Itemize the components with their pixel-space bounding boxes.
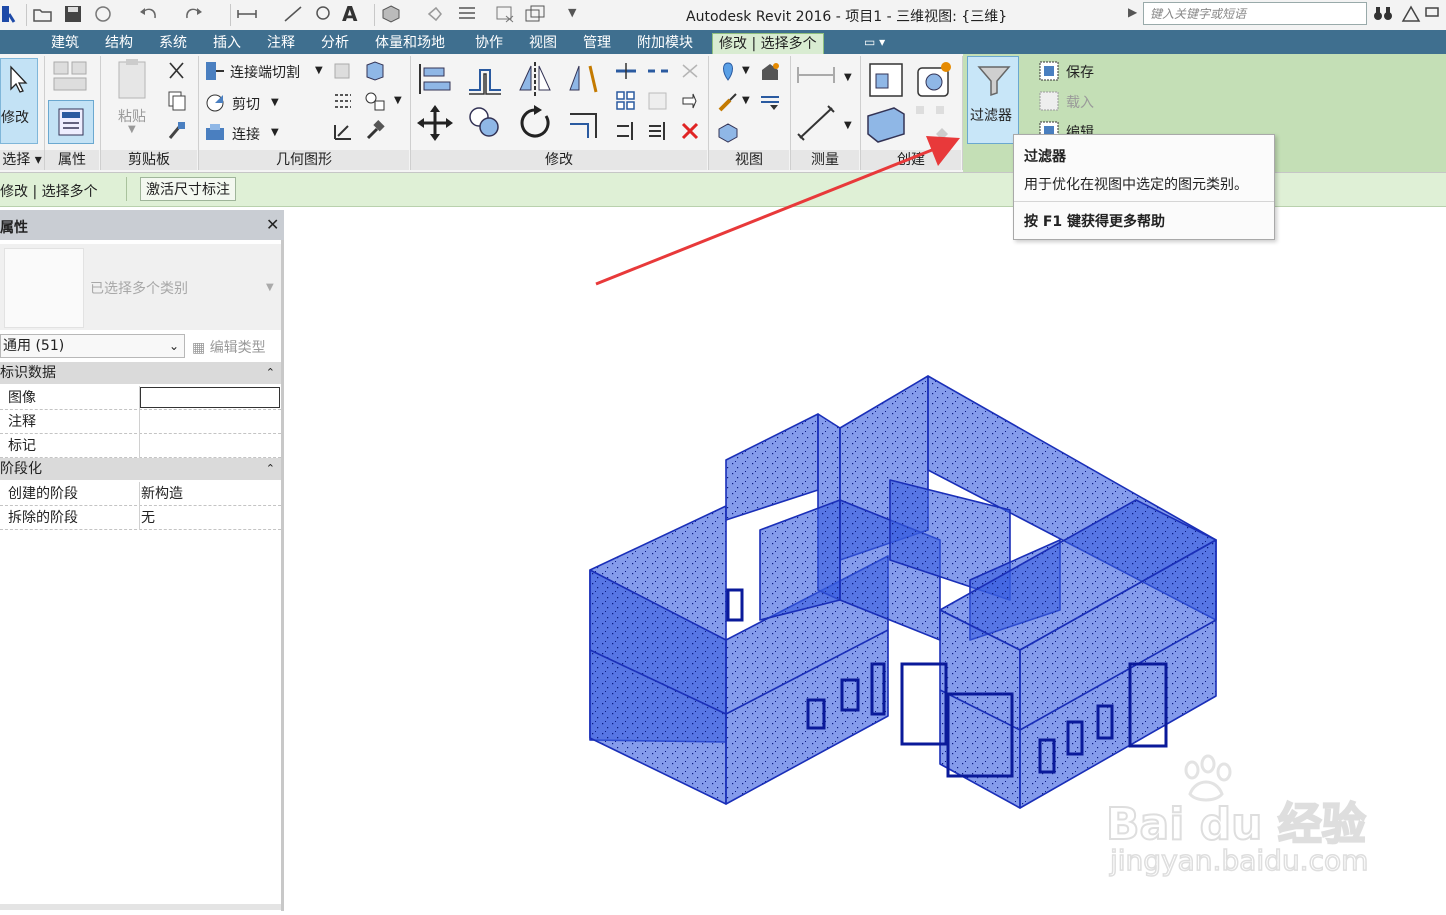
filter-tooltip: 过滤器 用于优化在视图中选定的图元类别。 按 F1 键获得更多帮助 bbox=[1013, 134, 1275, 240]
tooltip-help: 按 F1 键获得更多帮助 bbox=[1024, 214, 1166, 230]
watermark-brand: Bai du 经验 bbox=[1105, 798, 1367, 851]
tooltip-title: 过滤器 bbox=[1024, 149, 1066, 165]
watermark-url: jingyan.baidu.com bbox=[1109, 843, 1369, 878]
tooltip-description: 用于优化在视图中选定的图元类别。 bbox=[1024, 177, 1248, 193]
baidu-watermark: Bai du 经验 jingyan.baidu.com bbox=[1105, 754, 1396, 882]
